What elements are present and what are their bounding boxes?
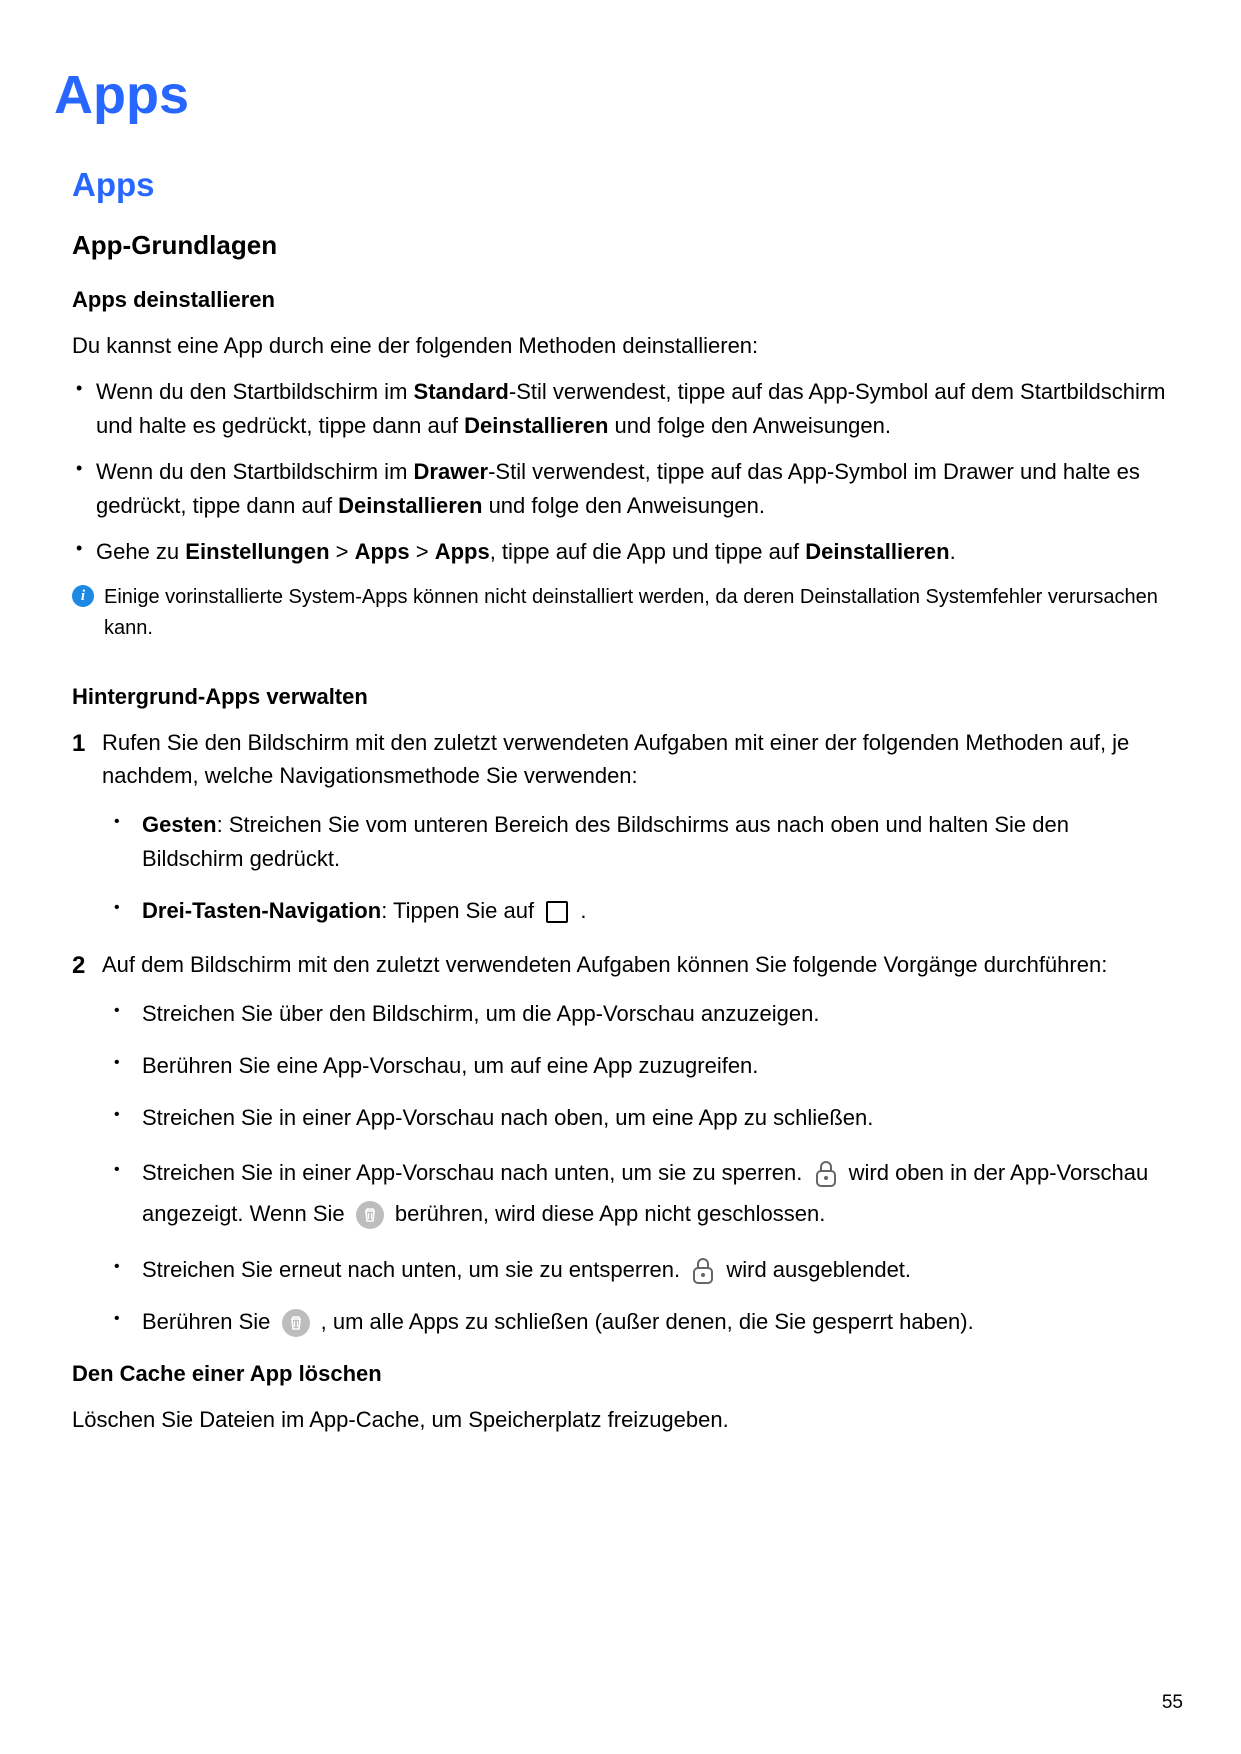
list-item: Drei-Tasten-Navigation: Tippen Sie auf . bbox=[102, 894, 1167, 928]
recent-apps-square-icon bbox=[544, 899, 570, 925]
page-title-h1: Apps bbox=[54, 64, 1167, 126]
info-icon: i bbox=[72, 585, 94, 607]
lock-icon bbox=[690, 1256, 716, 1286]
note-text: Einige vorinstallierte System-Apps könne… bbox=[104, 582, 1167, 644]
heading-clear-cache: Den Cache einer App löschen bbox=[72, 1361, 1167, 1387]
list-item: Gehe zu Einstellungen > Apps > Apps, tip… bbox=[72, 535, 1167, 569]
step-number: 2 bbox=[72, 948, 85, 984]
page: Apps Apps App-Grundlagen Apps deinstalli… bbox=[0, 0, 1241, 1754]
trash-icon bbox=[355, 1200, 385, 1230]
nested-list: Streichen Sie über den Bildschirm, um di… bbox=[102, 997, 1167, 1339]
step-text: Rufen Sie den Bildschirm mit den zuletzt… bbox=[102, 730, 1129, 788]
list-item: Berühren Sie , um alle Apps zu schließen… bbox=[102, 1305, 1167, 1339]
uninstall-intro: Du kannst eine App durch eine der folgen… bbox=[72, 329, 1167, 363]
uninstall-list: Wenn du den Startbildschirm im Standard-… bbox=[72, 375, 1167, 569]
list-item: Wenn du den Startbildschirm im Drawer-St… bbox=[72, 455, 1167, 523]
step-item: 2 Auf dem Bildschirm mit den zuletzt ver… bbox=[72, 948, 1167, 1339]
info-note: i Einige vorinstallierte System-Apps kön… bbox=[72, 582, 1167, 644]
list-item: Berühren Sie eine App-Vorschau, um auf e… bbox=[102, 1049, 1167, 1083]
list-item: Streichen Sie in einer App-Vorschau nach… bbox=[102, 1153, 1167, 1234]
heading-uninstall: Apps deinstallieren bbox=[72, 287, 1167, 313]
step-number: 1 bbox=[72, 726, 85, 762]
list-item: Gesten: Streichen Sie vom unteren Bereic… bbox=[102, 808, 1167, 876]
trash-icon bbox=[281, 1308, 311, 1338]
nested-list: Gesten: Streichen Sie vom unteren Bereic… bbox=[102, 808, 1167, 928]
heading-basics: App-Grundlagen bbox=[72, 230, 1167, 261]
lock-icon bbox=[813, 1159, 839, 1189]
list-item: Wenn du den Startbildschirm im Standard-… bbox=[72, 375, 1167, 443]
list-item: Streichen Sie in einer App-Vorschau nach… bbox=[102, 1101, 1167, 1135]
list-item: Streichen Sie erneut nach unten, um sie … bbox=[102, 1253, 1167, 1287]
cache-text: Löschen Sie Dateien im App-Cache, um Spe… bbox=[72, 1403, 1167, 1437]
step-item: 1 Rufen Sie den Bildschirm mit den zulet… bbox=[72, 726, 1167, 928]
heading-background-apps: Hintergrund-Apps verwalten bbox=[72, 684, 1167, 710]
list-item: Streichen Sie über den Bildschirm, um di… bbox=[102, 997, 1167, 1031]
page-number: 55 bbox=[1162, 1692, 1183, 1714]
step-text: Auf dem Bildschirm mit den zuletzt verwe… bbox=[102, 952, 1107, 977]
steps-list: 1 Rufen Sie den Bildschirm mit den zulet… bbox=[72, 726, 1167, 1339]
heading-h2: Apps bbox=[72, 166, 1167, 204]
